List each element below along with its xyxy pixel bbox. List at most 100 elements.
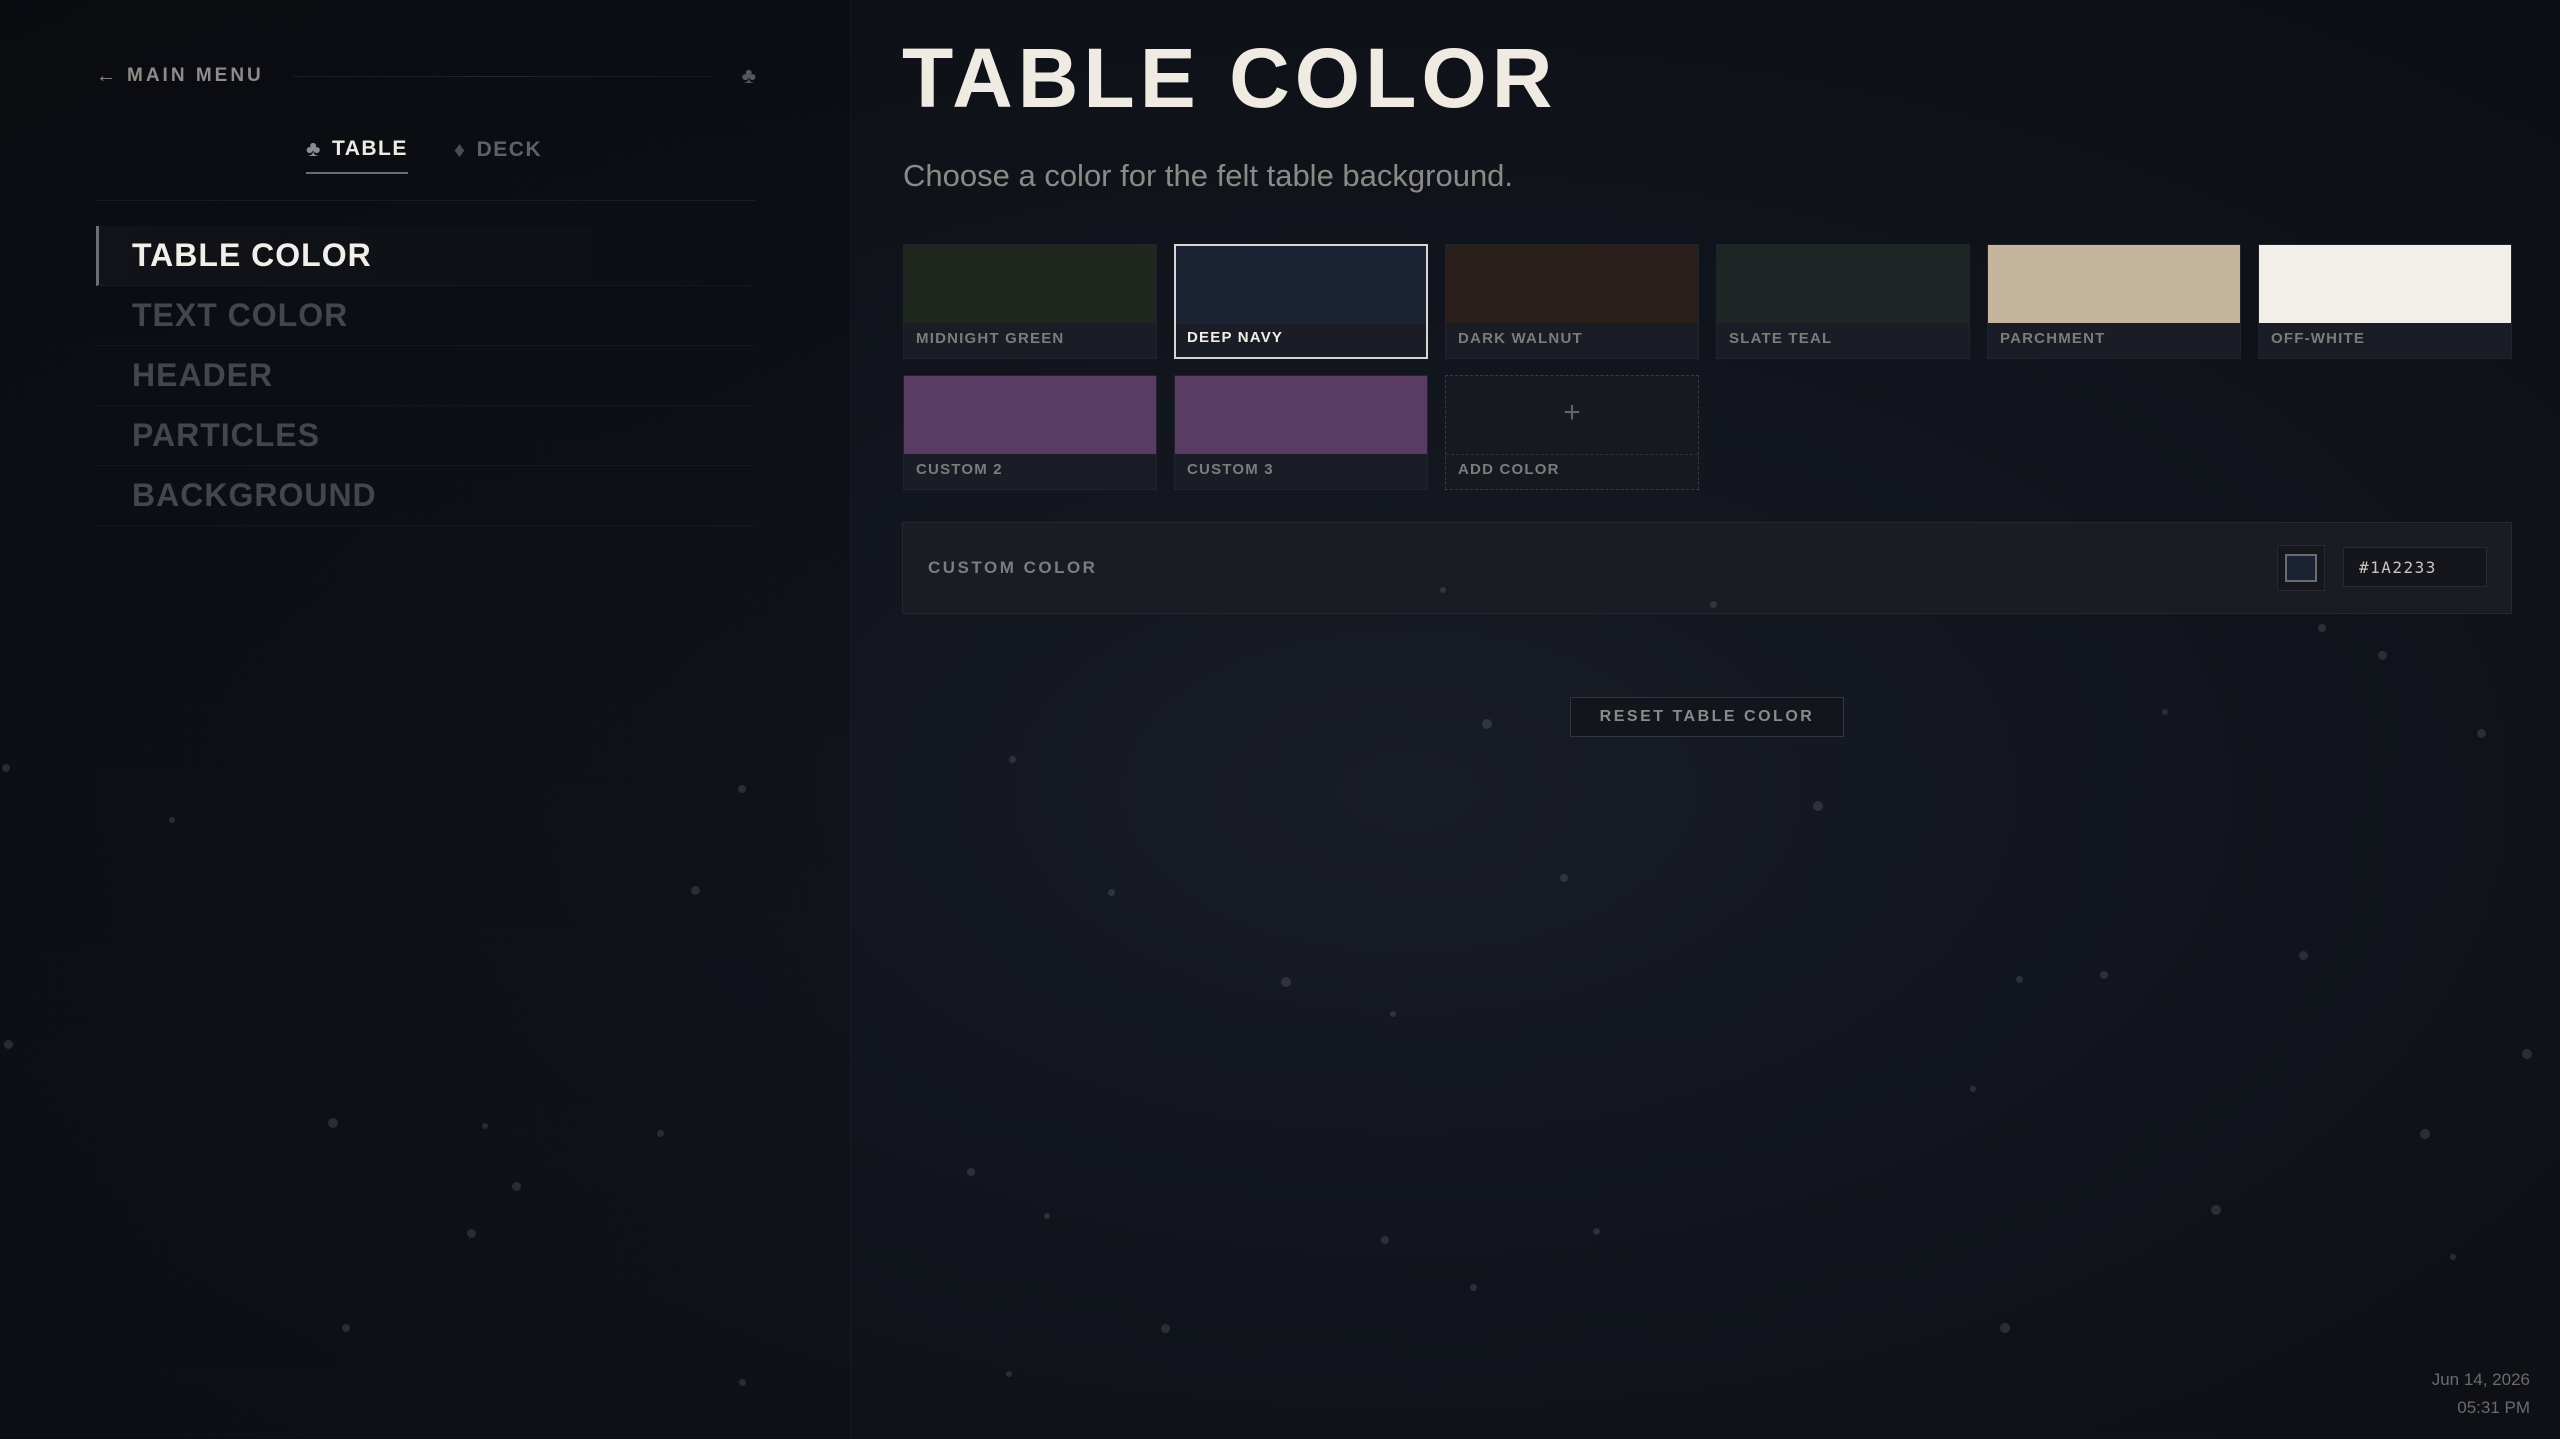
- particle: [2299, 951, 2308, 960]
- particle: [2318, 624, 2326, 632]
- back-row: ← MAIN MENU ♣: [96, 62, 756, 90]
- menu-item-text-color[interactable]: TEXT COLOR: [96, 286, 756, 346]
- tab-label: TABLE: [331, 137, 408, 160]
- particle: [1482, 719, 1492, 729]
- tabs-divider: [96, 200, 756, 201]
- particle: [467, 1229, 476, 1238]
- particle: [1108, 889, 1115, 896]
- particle: [2477, 729, 2486, 738]
- particle: [2450, 1254, 2456, 1260]
- particle: [1381, 1236, 1389, 1244]
- particle: [328, 1118, 338, 1128]
- datetime: Jun 14, 2026 05:31 PM: [2432, 1366, 2530, 1422]
- swatch-color: [1446, 245, 1698, 323]
- particle: [2000, 1323, 2010, 1333]
- menu-item-particles[interactable]: PARTICLES: [96, 406, 756, 466]
- particle: [1009, 756, 1016, 763]
- particle: [1281, 977, 1291, 987]
- particle: [2420, 1129, 2430, 1139]
- particle: [342, 1324, 350, 1332]
- swatch-deep-navy[interactable]: DEEP NAVY: [1174, 244, 1428, 359]
- add-color-label: ADD COLOR: [1458, 461, 1560, 478]
- swatch-label: CUSTOM 3: [1187, 461, 1274, 478]
- particle: [657, 1130, 664, 1137]
- swatch-label: SLATE TEAL: [1729, 330, 1833, 347]
- hex-color-input[interactable]: [2343, 547, 2487, 587]
- swatch-label: OFF-WHITE: [2271, 330, 2366, 347]
- particle: [2, 764, 10, 772]
- swatch-label: DEEP NAVY: [1187, 329, 1284, 346]
- particle: [169, 817, 175, 823]
- time-text: 05:31 PM: [2457, 1398, 2530, 1417]
- reset-table-color-button[interactable]: RESET TABLE COLOR: [1570, 697, 1844, 737]
- settings-menu: TABLE COLOR TEXT COLOR HEADER PARTICLES …: [96, 226, 756, 526]
- swatch-color: [1717, 245, 1969, 323]
- particle: [1970, 1086, 1976, 1092]
- plus-icon: +: [1563, 396, 1581, 429]
- tab-bar: ♣ TABLE ♦ DECK: [306, 136, 542, 174]
- swatch-midnight-green[interactable]: MIDNIGHT GREEN: [903, 244, 1157, 359]
- swatch-off-white[interactable]: OFF-WHITE: [2258, 244, 2512, 359]
- particle: [1161, 1324, 1170, 1333]
- color-preview: [2285, 554, 2317, 582]
- swatch-color: [1176, 246, 1426, 324]
- swatch-color: [2259, 245, 2511, 323]
- tab-deck[interactable]: ♦ DECK: [454, 136, 542, 174]
- particle: [1560, 874, 1568, 882]
- main-menu-back-link[interactable]: ← MAIN MENU: [96, 65, 264, 88]
- swatch-dark-walnut[interactable]: DARK WALNUT: [1445, 244, 1699, 359]
- particle: [512, 1182, 521, 1191]
- particle: [2100, 971, 2108, 979]
- color-picker-button[interactable]: [2277, 545, 2325, 591]
- particle: [1006, 1371, 1012, 1377]
- divider: [1446, 454, 1698, 456]
- menu-item-table-color[interactable]: TABLE COLOR: [96, 226, 756, 286]
- swatch-label: CUSTOM 2: [916, 461, 1003, 478]
- particle: [739, 1379, 746, 1386]
- particle: [2211, 1205, 2221, 1215]
- arrow-left-icon: ←: [96, 64, 119, 87]
- back-label: MAIN MENU: [127, 65, 264, 86]
- particle: [2162, 709, 2168, 715]
- page-title: TABLE COLOR: [902, 31, 1558, 125]
- sidebar: ← MAIN MENU ♣ ♣ TABLE ♦ DECK TABLE COLOR…: [0, 0, 851, 1439]
- swatch-color: [1988, 245, 2240, 323]
- tab-label: DECK: [476, 138, 543, 161]
- particle: [1710, 601, 1717, 608]
- swatch-label: PARCHMENT: [2000, 330, 2106, 347]
- tab-table[interactable]: ♣ TABLE: [306, 136, 408, 174]
- divider: [291, 75, 712, 77]
- particle: [1044, 1213, 1050, 1219]
- menu-item-header[interactable]: HEADER: [96, 346, 756, 406]
- swatch-color: [904, 245, 1156, 323]
- particle: [2016, 976, 2023, 983]
- menu-item-background[interactable]: BACKGROUND: [96, 466, 756, 526]
- swatch-parchment[interactable]: PARCHMENT: [1987, 244, 2241, 359]
- particle: [1470, 1284, 1477, 1291]
- date-text: Jun 14, 2026: [2431, 1370, 2530, 1389]
- particle: [482, 1123, 488, 1129]
- swatch-color: [904, 376, 1156, 454]
- swatch-custom-2[interactable]: CUSTOM 2: [903, 375, 1157, 490]
- custom-color-panel: CUSTOM COLOR: [902, 522, 2512, 614]
- add-color-button[interactable]: + ADD COLOR: [1445, 375, 1699, 490]
- particle: [1440, 587, 1446, 593]
- particle: [691, 886, 700, 895]
- swatch-color: [1175, 376, 1427, 454]
- swatch-label: MIDNIGHT GREEN: [916, 330, 1065, 347]
- particle: [738, 785, 746, 793]
- swatch-custom-3[interactable]: CUSTOM 3: [1174, 375, 1428, 490]
- particle: [1390, 1011, 1396, 1017]
- particle: [2522, 1049, 2532, 1059]
- particle: [1593, 1228, 1600, 1235]
- particle: [967, 1168, 975, 1176]
- particle: [2378, 651, 2387, 660]
- club-icon: ♣: [741, 63, 756, 88]
- particle: [1813, 801, 1823, 811]
- swatch-slate-teal[interactable]: SLATE TEAL: [1716, 244, 1970, 359]
- club-icon: ♣: [306, 136, 322, 161]
- particle: [4, 1040, 13, 1049]
- diamond-icon: ♦: [453, 137, 467, 162]
- swatch-label: DARK WALNUT: [1458, 330, 1583, 347]
- custom-color-label: CUSTOM COLOR: [928, 558, 1098, 577]
